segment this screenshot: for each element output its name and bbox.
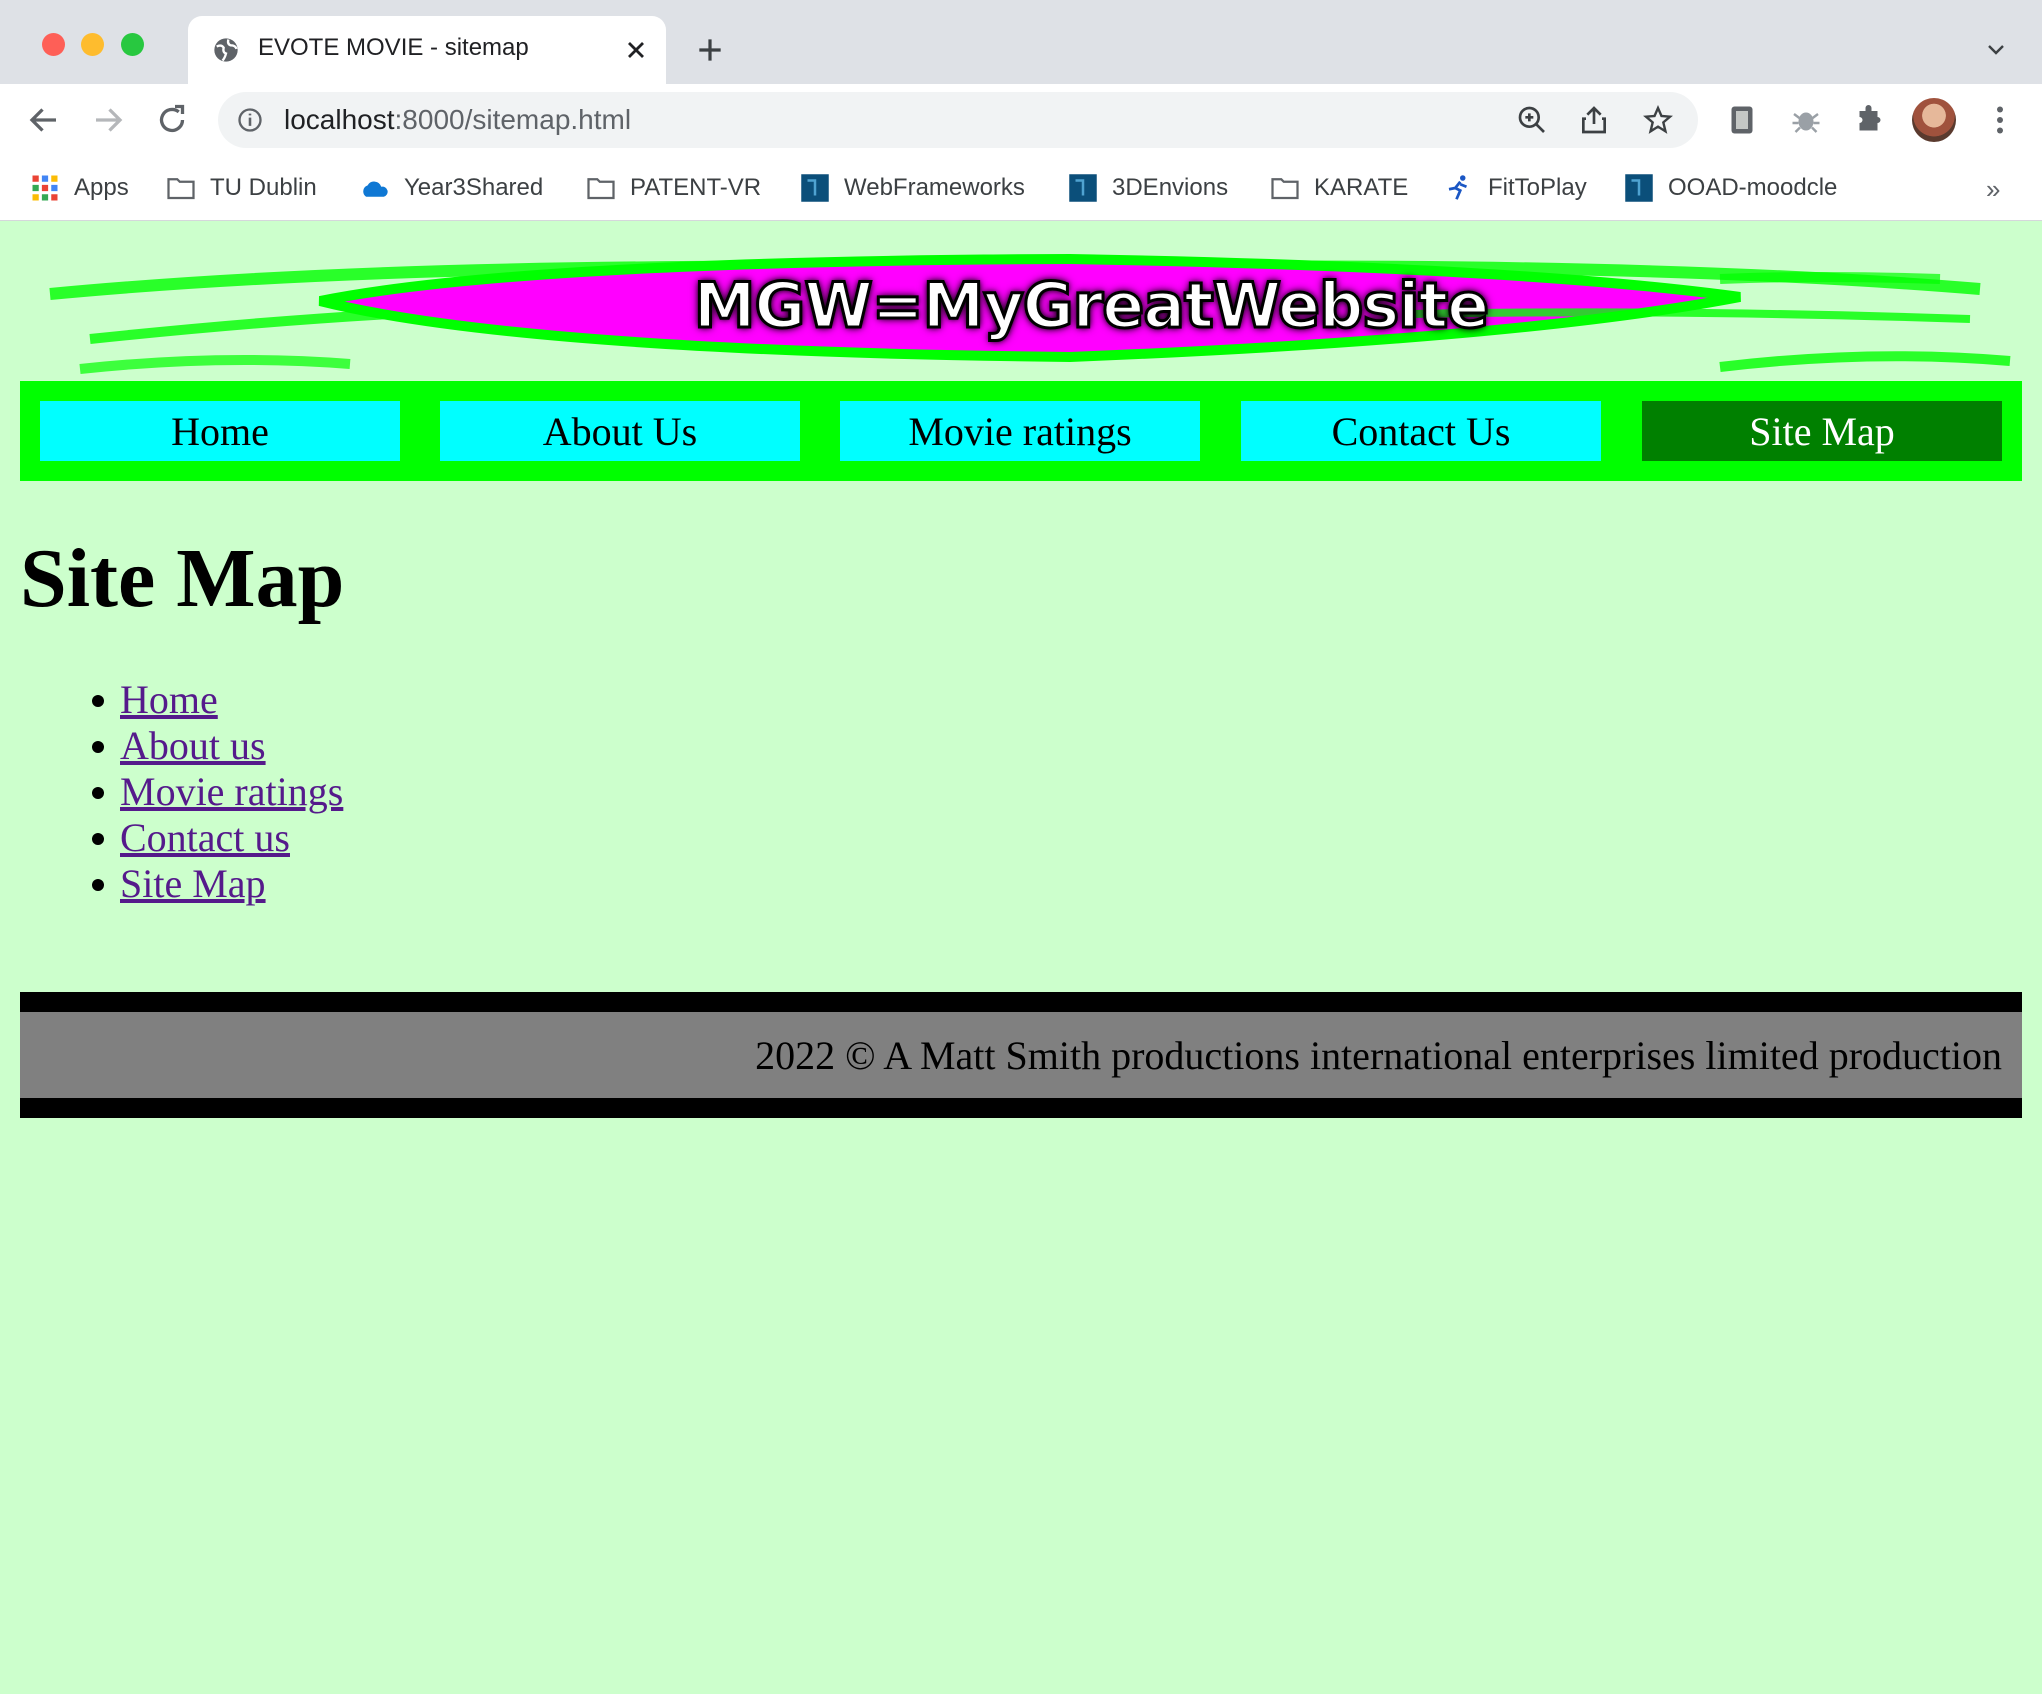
browser-toolbar: localhost:8000/sitemap.html [0, 84, 2042, 156]
address-bar[interactable]: localhost:8000/sitemap.html [218, 92, 1698, 148]
sitemap-link-home[interactable]: Home [120, 677, 218, 722]
apps-grid-icon [32, 175, 58, 201]
site-favicon-icon [1625, 174, 1653, 202]
profile-avatar[interactable] [1912, 98, 1956, 142]
browser-tab[interactable]: EVOTE MOVIE - sitemap [188, 16, 666, 84]
sitemap-link-site-map[interactable]: Site Map [120, 861, 266, 906]
main-nav: Home About Us Movie ratings Contact Us S… [20, 381, 2022, 481]
list-item: Contact us [92, 815, 343, 861]
sitemap-link-movie-ratings[interactable]: Movie ratings [120, 769, 343, 814]
bookmark-label: OOAD-moodcle [1668, 174, 1838, 201]
maximize-window-button[interactable] [121, 33, 144, 56]
puzzle-extensions-icon[interactable] [1852, 102, 1888, 138]
new-tab-icon[interactable] [694, 34, 726, 66]
bookmark-label: Apps [74, 174, 129, 201]
url-path: :8000/sitemap.html [394, 104, 632, 135]
bookmark-ooad-moodcle[interactable]: OOAD-moodcle [1624, 156, 1837, 220]
bookmark-label: TU Dublin [210, 174, 317, 201]
page-footer: 2022 © A Matt Smith productions internat… [20, 992, 2022, 1118]
onedrive-cloud-icon [363, 181, 388, 197]
share-icon[interactable] [1578, 104, 1610, 136]
zoom-icon[interactable] [1516, 104, 1548, 136]
bookmark-label: PATENT-VR [630, 174, 762, 201]
reload-icon[interactable] [154, 102, 190, 138]
folder-icon [587, 178, 615, 200]
site-info-icon[interactable] [236, 106, 264, 134]
bookmark-karate[interactable]: KARATE [1270, 156, 1408, 220]
bullet [92, 695, 104, 707]
sitemap-list: Home About us Movie ratings Contact us S… [92, 677, 343, 907]
bullet [92, 879, 104, 891]
bookmark-patent-vr[interactable]: PATENT-VR [586, 156, 761, 220]
bookmark-webframeworks[interactable]: WebFrameworks [800, 156, 1025, 220]
bookmark-label: WebFrameworks [844, 174, 1025, 201]
nav-home[interactable]: Home [40, 401, 400, 461]
bookmark-star-icon[interactable] [1642, 104, 1674, 136]
back-arrow-icon[interactable] [26, 102, 62, 138]
list-item: Movie ratings [92, 769, 343, 815]
folder-icon [1271, 178, 1299, 200]
close-tab-icon[interactable] [622, 36, 650, 64]
sitemap-link-about-us[interactable]: About us [120, 723, 266, 768]
web-page: MGW=MyGreatWebsite Home About Us Movie r… [0, 221, 2042, 1694]
list-item: Home [92, 677, 343, 723]
more-menu-icon[interactable] [1982, 102, 2018, 138]
url-text[interactable]: localhost:8000/sitemap.html [284, 104, 631, 136]
bookmark-year3shared[interactable]: Year3Shared [360, 156, 543, 220]
bookmarks-bar: Apps TU Dublin Year3Shared PATENT-VR Web… [0, 156, 2042, 221]
tab-title: EVOTE MOVIE - sitemap [258, 34, 529, 61]
site-favicon-icon [1069, 174, 1097, 202]
url-host: localhost [284, 104, 395, 135]
nav-about-us[interactable]: About Us [440, 401, 800, 461]
site-favicon-icon [801, 174, 829, 202]
bookmark-fittoplay[interactable]: FitToPlay [1444, 156, 1587, 220]
bookmark-label: 3DEnvions [1112, 174, 1229, 201]
list-item: About us [92, 723, 343, 769]
list-item: Site Map [92, 861, 343, 907]
nav-movie-ratings[interactable]: Movie ratings [840, 401, 1200, 461]
bookmarks-overflow-button[interactable]: » [1986, 174, 2000, 205]
chevron-down-icon[interactable] [1984, 38, 2008, 62]
page-title: Site Map [20, 532, 345, 625]
bookmark-label: KARATE [1314, 174, 1409, 201]
extension-card-icon[interactable] [1724, 102, 1760, 138]
bookmark-tu-dublin[interactable]: TU Dublin [166, 156, 317, 220]
bullet [92, 833, 104, 845]
footer-text: 2022 © A Matt Smith productions internat… [755, 1033, 2002, 1078]
banner-title: MGW=MyGreatWebsite [692, 268, 1490, 344]
nav-site-map[interactable]: Site Map [1642, 401, 2002, 461]
sitemap-link-contact-us[interactable]: Contact us [120, 815, 290, 860]
nav-contact-us[interactable]: Contact Us [1241, 401, 1601, 461]
minimize-window-button[interactable] [81, 33, 104, 56]
tab-strip: EVOTE MOVIE - sitemap [0, 0, 2042, 84]
forward-arrow-icon[interactable] [90, 102, 126, 138]
bullet [92, 741, 104, 753]
globe-icon [214, 38, 238, 62]
bookmark-apps[interactable]: Apps [30, 156, 129, 220]
folder-icon [167, 178, 195, 200]
bookmark-label: Year3Shared [404, 174, 544, 201]
bookmark-3denvions[interactable]: 3DEnvions [1068, 156, 1228, 220]
browser-chrome: EVOTE MOVIE - sitemap localhost:8000/sit… [0, 0, 2042, 221]
bug-extension-icon[interactable] [1788, 102, 1824, 138]
bullet [92, 787, 104, 799]
bookmark-label: FitToPlay [1488, 174, 1587, 201]
runner-icon [1448, 175, 1468, 200]
close-window-button[interactable] [42, 33, 65, 56]
site-banner: MGW=MyGreatWebsite [20, 239, 2022, 379]
